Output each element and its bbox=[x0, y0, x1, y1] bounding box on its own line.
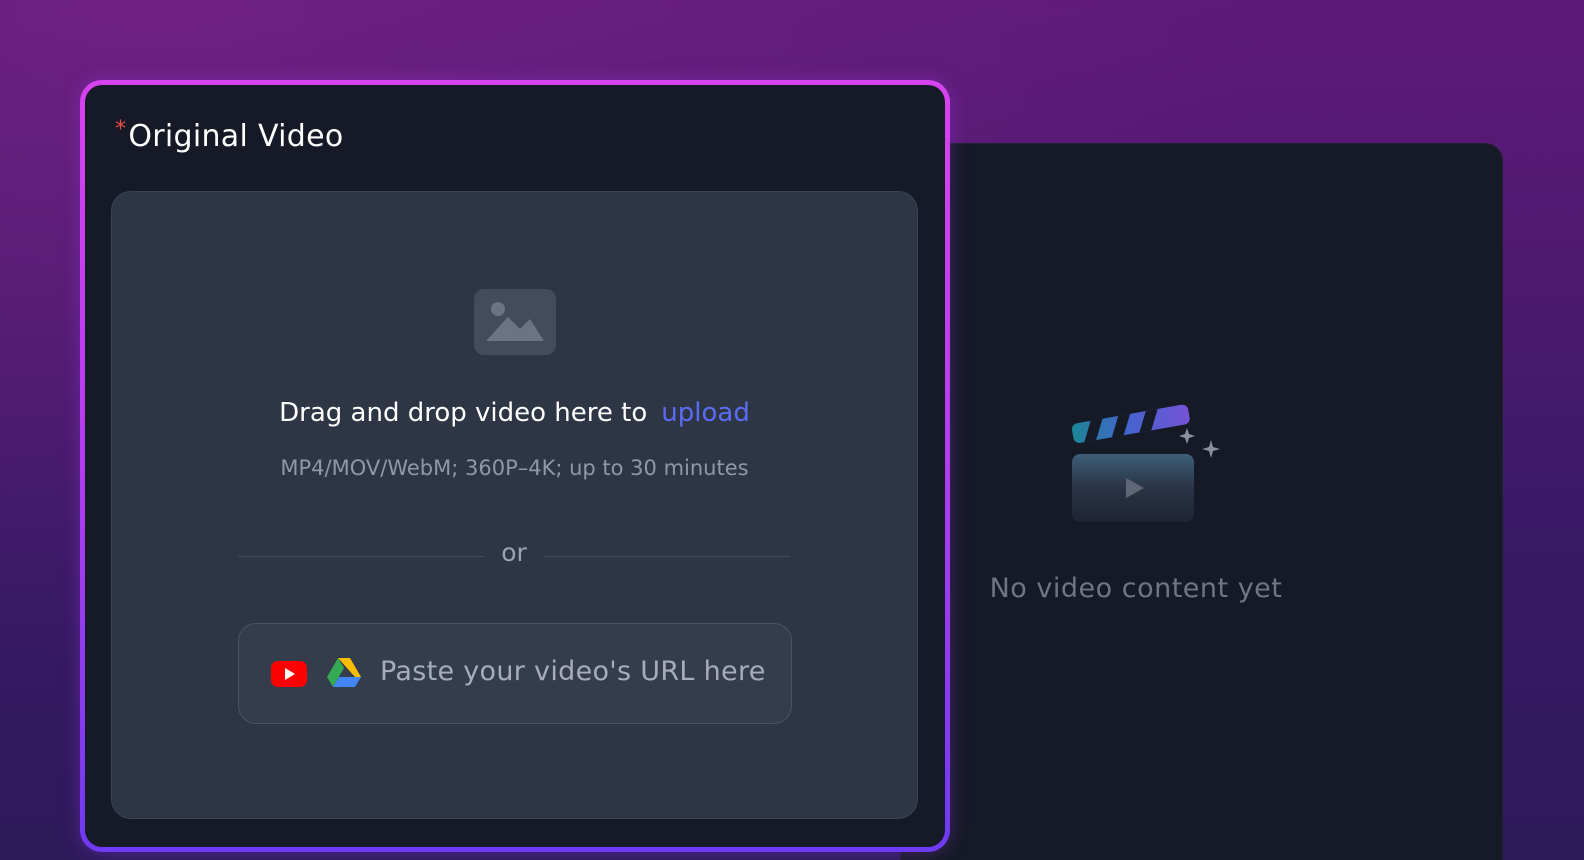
upload-link[interactable]: upload bbox=[661, 398, 750, 428]
card-title-text: Original Video bbox=[128, 119, 344, 154]
video-url-input[interactable]: Paste your video's URL here bbox=[238, 623, 792, 724]
empty-preview-text: No video content yet bbox=[989, 573, 1283, 604]
drag-drop-line: Drag and drop video here to upload bbox=[112, 398, 917, 428]
divider-or-text: or bbox=[501, 538, 527, 567]
original-video-card: *Original Video Drag and drop video here… bbox=[80, 80, 950, 852]
clapperboard-icon bbox=[1070, 400, 1230, 530]
supported-formats-text: MP4/MOV/WebM; 360P–4K; up to 30 minutes bbox=[280, 456, 749, 480]
image-placeholder-icon bbox=[474, 289, 556, 355]
divider-line-right bbox=[544, 556, 790, 557]
video-dropzone[interactable]: Drag and drop video here to upload MP4/MO… bbox=[111, 191, 918, 819]
card-title: *Original Video bbox=[115, 117, 344, 154]
youtube-icon bbox=[271, 661, 307, 687]
or-divider: or bbox=[238, 538, 790, 572]
url-placeholder-text: Paste your video's URL here bbox=[380, 656, 766, 687]
drag-drop-text: Drag and drop video here to bbox=[279, 398, 648, 428]
google-drive-icon bbox=[327, 658, 361, 688]
required-mark: * bbox=[115, 117, 127, 142]
